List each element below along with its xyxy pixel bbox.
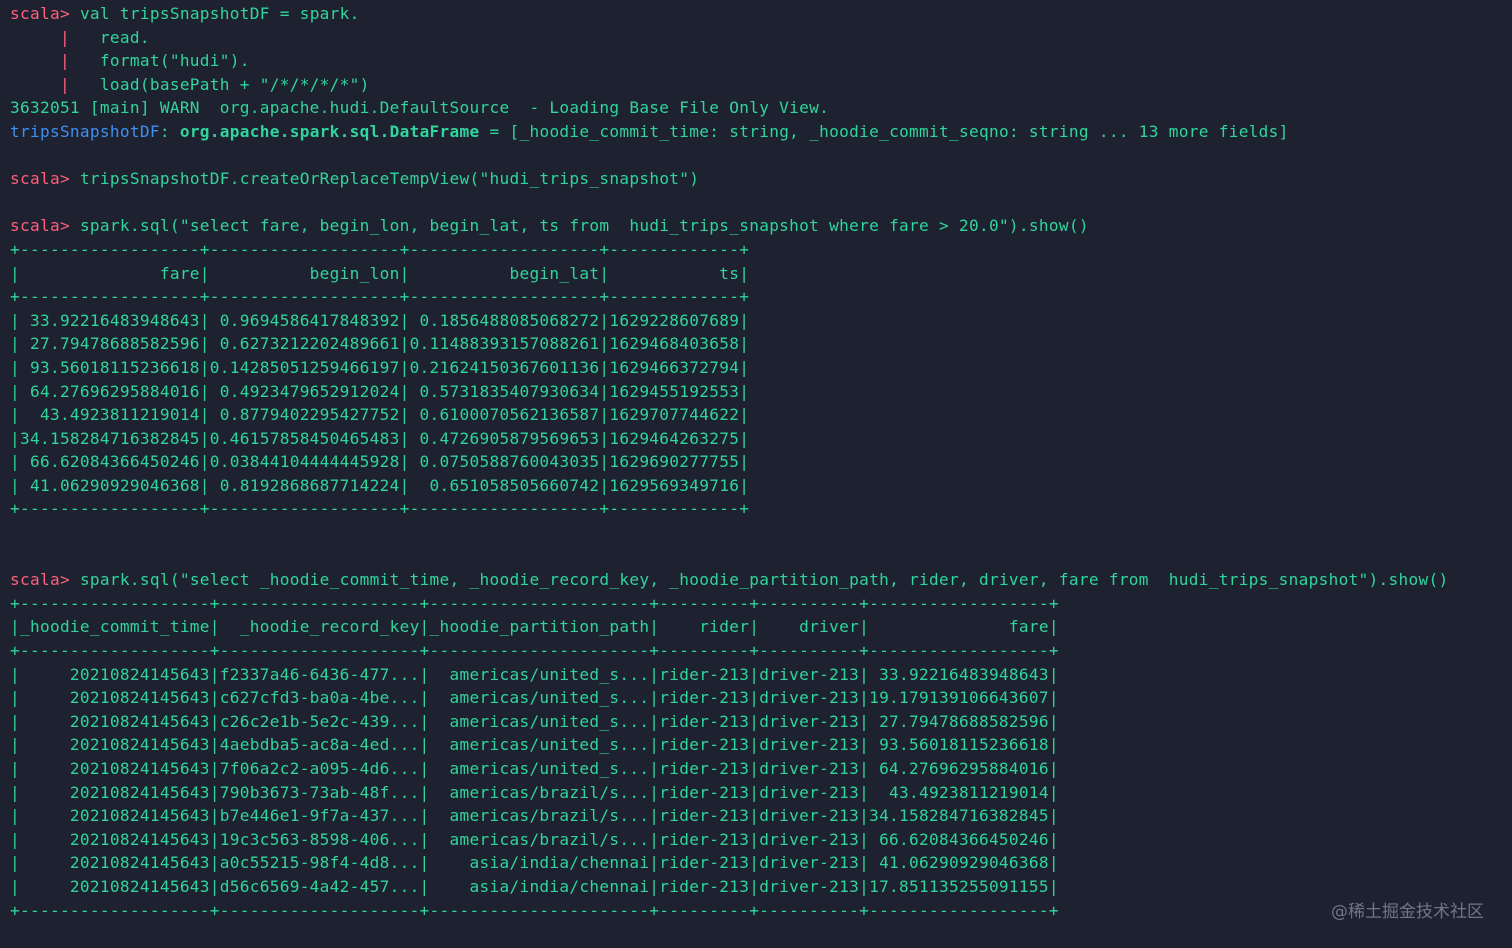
- terminal-line: |_hoodie_commit_time| _hoodie_record_key…: [10, 615, 1505, 639]
- output-text: :: [159, 121, 180, 141]
- terminal-line: | 33.92216483948643| 0.9694586417848392|…: [10, 309, 1505, 333]
- terminal-line: | 20210824145643|19c3c563-8598-406...| a…: [10, 828, 1505, 852]
- terminal-output[interactable]: scala> val tripsSnapshotDF = spark. | re…: [10, 2, 1505, 942]
- terminal-line: +------------------+-------------------+…: [10, 497, 1505, 521]
- output-text: | 20210824145643|b7e446e1-9f7a-437...| a…: [10, 806, 1059, 826]
- output-text: +-------------------+-------------------…: [10, 900, 1059, 920]
- terminal-line: | format("hudi").: [10, 49, 1505, 73]
- output-text: val tripsSnapshotDF = spark.: [79, 4, 360, 23]
- terminal-line: |34.158284716382845|0.46157858450465483|…: [10, 427, 1505, 451]
- output-text: load(basePath + "/*/*/*/*"): [99, 74, 370, 94]
- terminal-line: | 27.79478688582596| 0.6273212202489661|…: [10, 332, 1505, 356]
- prompt-text: scala>: [10, 169, 80, 189]
- terminal-line: | 20210824145643|a0c55215-98f4-4d8...| a…: [10, 851, 1505, 875]
- terminal-line: | 93.56018115236618|0.14285051259466197|…: [10, 356, 1505, 380]
- terminal-line: scala> val tripsSnapshotDF = spark.: [10, 2, 1505, 26]
- terminal-line: +------------------+-------------------+…: [10, 285, 1505, 309]
- output-text: | 20210824145643|790b3673-73ab-48f...| a…: [10, 782, 1059, 802]
- prompt-text: scala>: [10, 570, 80, 590]
- terminal-line: | fare| begin_lon| begin_lat| ts|: [10, 262, 1505, 286]
- output-text: format("hudi").: [99, 51, 250, 71]
- terminal-line: | read.: [10, 26, 1505, 50]
- output-text: = [_hoodie_commit_time: string, _hoodie_…: [479, 121, 1289, 141]
- terminal-line: scala> spark.sql("select _hoodie_commit_…: [10, 568, 1505, 592]
- terminal-line: | 20210824145643|4aebdba5-ac8a-4ed...| a…: [10, 733, 1505, 757]
- output-text: |_hoodie_commit_time| _hoodie_record_key…: [10, 617, 1059, 637]
- output-text: | 20210824145643|d56c6569-4a42-457...| a…: [10, 876, 1059, 896]
- output-text: org.apache.spark.sql.DataFrame: [179, 121, 480, 141]
- prompt-text: |: [10, 51, 100, 71]
- output-text: tripsSnapshotDF: [10, 121, 160, 141]
- output-text: +------------------+-------------------+…: [10, 239, 750, 259]
- terminal-line: | 66.62084366450246|0.03844104444445928|…: [10, 450, 1505, 474]
- terminal-line: +-------------------+-------------------…: [10, 592, 1505, 616]
- output-text: tripsSnapshotDF.createOrReplaceTempView(…: [79, 169, 700, 189]
- output-text: +------------------+-------------------+…: [10, 287, 750, 307]
- terminal-line: | 20210824145643|c627cfd3-ba0a-4be...| a…: [10, 686, 1505, 710]
- prompt-text: scala>: [10, 216, 80, 236]
- prompt-text: |: [10, 27, 100, 47]
- output-text: | fare| begin_lon| begin_lat| ts|: [10, 263, 750, 283]
- output-text: | 20210824145643|c26c2e1b-5e2c-439...| a…: [10, 711, 1059, 731]
- output-text: | 20210824145643|f2337a46-6436-477...| a…: [10, 664, 1059, 684]
- output-text: 3632051 [main] WARN org.apache.hudi.Defa…: [10, 98, 830, 118]
- output-text: | 93.56018115236618|0.14285051259466197|…: [10, 357, 750, 377]
- prompt-text: scala>: [10, 4, 80, 23]
- terminal-line: +------------------+-------------------+…: [10, 238, 1505, 262]
- output-text: | 20210824145643|7f06a2c2-a095-4d6...| a…: [10, 759, 1059, 778]
- terminal-line: | 20210824145643|7f06a2c2-a095-4d6...| a…: [10, 757, 1505, 781]
- terminal-line: | 20210824145643|b7e446e1-9f7a-437...| a…: [10, 804, 1505, 828]
- output-text: | 66.62084366450246|0.03844104444445928|…: [10, 452, 750, 472]
- terminal-line: scala> spark.sql("select fare, begin_lon…: [10, 214, 1505, 238]
- output-text: | 33.92216483948643| 0.9694586417848392|…: [10, 310, 750, 330]
- terminal-line: | 20210824145643|c26c2e1b-5e2c-439...| a…: [10, 710, 1505, 734]
- watermark-text: @稀土掘金技术社区: [1331, 902, 1484, 922]
- output-text: +-------------------+-------------------…: [10, 641, 1059, 661]
- output-text: +-------------------+-------------------…: [10, 593, 1059, 613]
- terminal-line: | 43.4923811219014| 0.8779402295427752| …: [10, 403, 1505, 427]
- output-text: spark.sql("select _hoodie_commit_time, _…: [79, 570, 1449, 590]
- output-text: | 43.4923811219014| 0.8779402295427752| …: [10, 405, 750, 425]
- terminal-line: | 20210824145643|f2337a46-6436-477...| a…: [10, 663, 1505, 687]
- terminal-line: | 64.27696295884016| 0.4923479652912024|…: [10, 380, 1505, 404]
- output-text: | 64.27696295884016| 0.4923479652912024|…: [10, 381, 750, 401]
- terminal-line: 3632051 [main] WARN org.apache.hudi.Defa…: [10, 96, 1505, 120]
- terminal-line: | 20210824145643|790b3673-73ab-48f...| a…: [10, 781, 1505, 805]
- output-text: +------------------+-------------------+…: [10, 499, 750, 519]
- terminal-line: +-------------------+-------------------…: [10, 639, 1505, 663]
- terminal-line: tripsSnapshotDF: org.apache.spark.sql.Da…: [10, 120, 1505, 144]
- output-text: |34.158284716382845|0.46157858450465483|…: [10, 428, 750, 448]
- terminal-line: scala> tripsSnapshotDF.createOrReplaceTe…: [10, 167, 1505, 191]
- output-text: | 20210824145643|c627cfd3-ba0a-4be...| a…: [10, 688, 1059, 708]
- output-text: | 20210824145643|a0c55215-98f4-4d8...| a…: [10, 853, 1059, 873]
- terminal-line: +-------------------+-------------------…: [10, 899, 1505, 923]
- output-text: | 27.79478688582596| 0.6273212202489661|…: [10, 334, 750, 354]
- prompt-text: |: [10, 74, 100, 94]
- output-text: spark.sql("select fare, begin_lon, begin…: [79, 216, 1089, 236]
- output-text: read.: [99, 27, 150, 47]
- output-text: | 20210824145643|4aebdba5-ac8a-4ed...| a…: [10, 735, 1059, 755]
- terminal-line: | 20210824145643|d56c6569-4a42-457...| a…: [10, 875, 1505, 899]
- terminal-line: | load(basePath + "/*/*/*/*"): [10, 73, 1505, 97]
- output-text: | 41.06290929046368| 0.8192868687714224|…: [10, 475, 750, 495]
- terminal-line: | 41.06290929046368| 0.8192868687714224|…: [10, 474, 1505, 498]
- output-text: | 20210824145643|19c3c563-8598-406...| a…: [10, 829, 1059, 849]
